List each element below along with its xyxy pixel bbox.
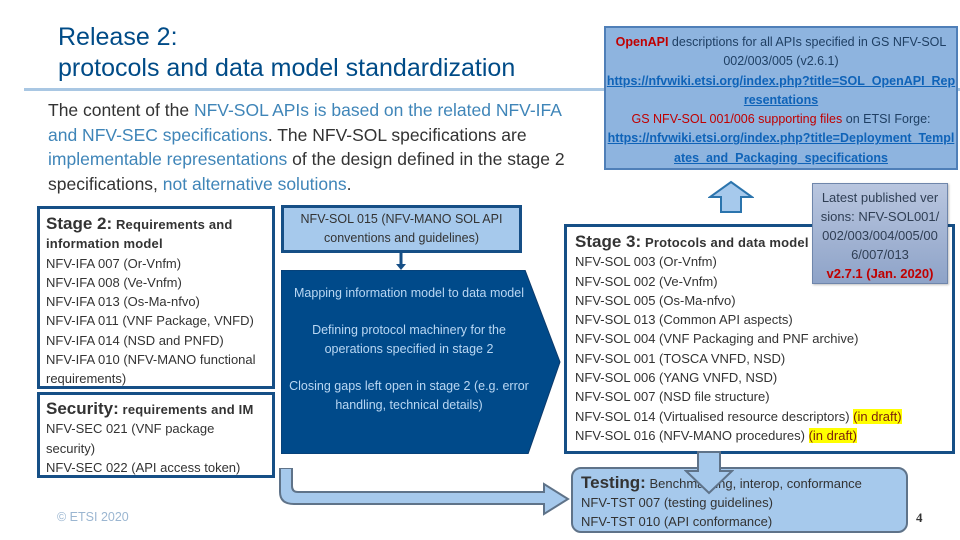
stage3-item: NFV-SOL 004 (VNF Packaging and PNF archi…: [575, 331, 859, 347]
security-item: NFV-SEC 022 (API access token): [46, 459, 241, 475]
supporting-files-label: GS NFV-SOL 001/006 supporting files: [631, 112, 843, 127]
stage2-heading: Stage 2:: [46, 214, 113, 233]
stage2-item: NFV-IFA 008 (Ve-Vnfm): [46, 274, 182, 290]
testing-subheading: Benchmarking, interop, conformance: [645, 476, 862, 491]
testing-item: NFV-TST 007 (testing guidelines): [581, 495, 773, 510]
stage3-item: NFV-SOL 001 (TOSCA VNFD, NSD): [575, 350, 786, 366]
intro-highlight: implementable representations: [48, 149, 288, 169]
stage3-item: NFV-SOL 005 (Os-Ma-nfvo): [575, 292, 736, 308]
forge-link[interactable]: https://nfvwiki.etsi.org/index.php?title…: [608, 131, 955, 164]
intro-text: .: [346, 173, 352, 194]
stage3-item: NFV-SOL 014 (Virtualised resource descri…: [575, 408, 902, 424]
testing-heading: Testing:: [581, 473, 646, 492]
security-subheading: requirements and IM: [118, 402, 254, 417]
draft-badge: (in draft): [853, 408, 902, 424]
stage3-item: NFV-SOL 016 (NFV-MANO procedures) (in dr…: [575, 427, 857, 443]
intro-paragraph: The content of the NFV-SOL APIs is based…: [48, 98, 588, 196]
forge-text: on ETSI Forge:: [842, 112, 931, 127]
openapi-callout: OpenAPI descriptions for all APIs specif…: [604, 26, 958, 170]
latest-version-number: v2.7.1 (Jan. 2020): [826, 266, 934, 281]
testing-box: Testing: Benchmarking, interop, conforma…: [571, 467, 908, 533]
openapi-label: OpenAPI: [615, 35, 669, 49]
stage3-subheading: Protocols and data model: [641, 235, 809, 250]
latest-versions-callout: Latest published versions: NFV-SOL001/00…: [812, 183, 948, 284]
page-number: 4: [916, 510, 923, 525]
down-arrow-icon: [684, 451, 734, 495]
stage2-item: NFV-IFA 011 (VNF Package, VNFD): [46, 313, 254, 329]
process-steps: Mapping information model to data model …: [283, 284, 535, 433]
copyright-footer: © ETSI 2020: [57, 510, 129, 524]
stage3-item: NFV-SOL 007 (NSD file structure): [575, 389, 770, 405]
process-step: Closing gaps left open in stage 2 (e.g. …: [289, 379, 529, 412]
bent-arrow-icon: [279, 468, 570, 516]
openapi-description: descriptions for all APIs specified in G…: [668, 35, 947, 69]
openapi-link[interactable]: https://nfvwiki.etsi.org/index.php?title…: [607, 74, 955, 107]
stage2-box: Stage 2: Requirements and information mo…: [37, 206, 275, 389]
security-heading: Security:: [46, 399, 119, 418]
stage2-item: NFV-IFA 007 (Or-Vnfm): [46, 255, 182, 271]
stage3-item: NFV-SOL 006 (YANG VNFD, NSD): [575, 370, 778, 386]
testing-item: NFV-TST 010 (API conformance): [581, 514, 773, 529]
intro-text: . The NFV-SOL specifications are: [267, 124, 527, 145]
process-step: Defining protocol machinery for the oper…: [312, 323, 506, 356]
stage2-item: NFV-IFA 010 (NFV-MANO functional require…: [46, 352, 256, 387]
title-line-2: protocols and data model standardization: [58, 54, 516, 82]
stage2-item: NFV-IFA 014 (NSD and PNFD): [46, 332, 224, 348]
intro-text: The content of the: [48, 100, 194, 120]
stage3-heading: Stage 3:: [575, 232, 642, 251]
stage2-item: NFV-IFA 013 (Os-Ma-nfvo): [46, 294, 200, 310]
stage3-item: NFV-SOL 013 (Common API aspects): [575, 312, 793, 328]
up-arrow-icon: [708, 180, 754, 213]
process-step: Mapping information model to data model: [294, 286, 524, 300]
slide-title: Release 2: protocols and data model stan…: [58, 22, 618, 84]
draft-badge: (in draft): [808, 427, 857, 443]
connector-arrow-icon: [396, 253, 406, 270]
security-item: NFV-SEC 021 (VNF package security): [46, 421, 215, 456]
latest-versions-text: Latest published versions: NFV-SOL001/00…: [820, 190, 940, 262]
sol015-box: NFV-SOL 015 (NFV-MANO SOL API convention…: [281, 205, 522, 253]
title-line-1: Release 2:: [58, 23, 178, 51]
intro-highlight: not alternative solutions: [162, 173, 347, 194]
security-box: Security: requirements and IM NFV-SEC 02…: [37, 392, 275, 478]
